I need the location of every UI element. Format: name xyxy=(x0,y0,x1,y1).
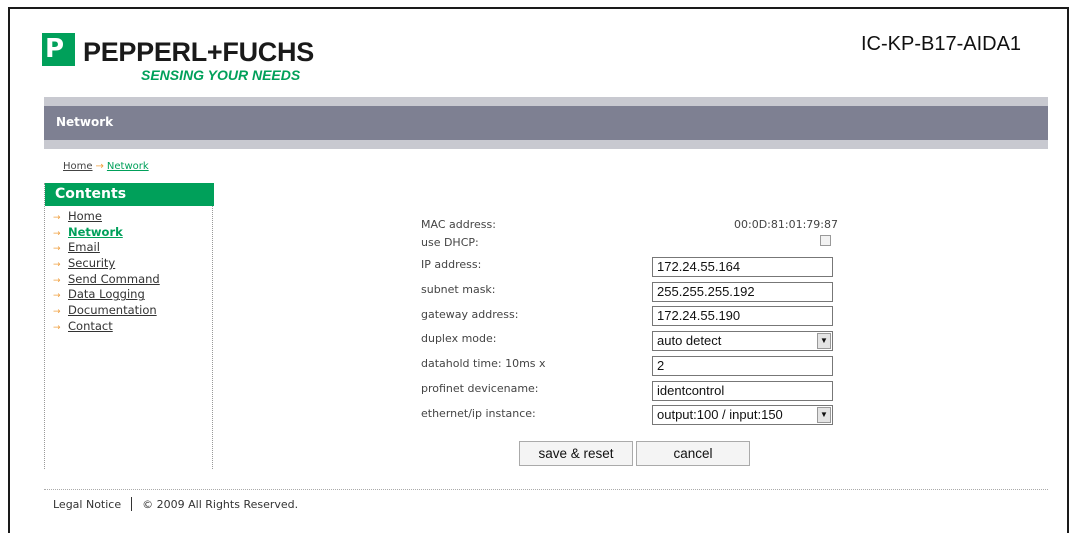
chevron-down-icon[interactable]: ▼ xyxy=(817,333,831,349)
brand-name: PEPPERL+FUCHS xyxy=(83,37,314,67)
sidebar-item-label[interactable]: Send Command xyxy=(68,272,160,286)
cancel-button[interactable]: cancel xyxy=(636,441,750,466)
sidebar-heading: Contents xyxy=(45,183,214,206)
logo-mark-icon: P xyxy=(42,33,75,66)
brand-tagline: SENSING YOUR NEEDS xyxy=(141,67,301,83)
sidebar-item-label[interactable]: Network xyxy=(68,225,123,239)
sidebar-item-email[interactable]: → Email xyxy=(53,240,160,256)
ip-address-input[interactable]: 172.24.55.164 xyxy=(652,257,833,277)
ip-address-label: IP address: xyxy=(421,258,482,271)
save-reset-button[interactable]: save & reset xyxy=(519,441,633,466)
duplex-mode-value: auto detect xyxy=(657,333,722,348)
title-bar-bottom-stripe xyxy=(44,140,1048,149)
gateway-address-input[interactable]: 172.24.55.190 xyxy=(652,306,833,326)
sidebar-item-data-logging[interactable]: → Data Logging xyxy=(53,287,160,303)
datahold-time-input[interactable]: 2 xyxy=(652,356,833,376)
sidebar-item-label[interactable]: Documentation xyxy=(68,303,157,317)
mac-address-label: MAC address: xyxy=(421,218,496,231)
use-dhcp-label: use DHCP: xyxy=(421,236,479,249)
device-name: IC-KP-B17-AIDA1 xyxy=(861,33,1022,55)
footer-separator xyxy=(131,497,133,511)
sidebar-item-label[interactable]: Data Logging xyxy=(68,287,145,301)
title-bar-top-stripe xyxy=(44,97,1048,106)
use-dhcp-checkbox[interactable] xyxy=(820,235,831,246)
sidebar-item-label[interactable]: Security xyxy=(68,256,115,270)
footer-divider xyxy=(44,489,1048,490)
datahold-time-label: datahold time: 10ms x xyxy=(421,357,546,370)
copyright-text: © 2009 All Rights Reserved. xyxy=(142,498,299,511)
sidebar-item-contact[interactable]: → Contact xyxy=(53,319,160,335)
subnet-mask-label: subnet mask: xyxy=(421,283,496,296)
sidebar-item-label[interactable]: Contact xyxy=(68,319,113,333)
sidebar-item-home[interactable]: → Home xyxy=(53,209,160,225)
footer: Legal Notice © 2009 All Rights Reserved. xyxy=(53,497,298,511)
breadcrumb: Home → Network xyxy=(63,161,149,172)
ethernet-ip-instance-label: ethernet/ip instance: xyxy=(421,407,536,420)
legal-notice-link[interactable]: Legal Notice xyxy=(53,498,121,511)
breadcrumb-home-link[interactable]: Home xyxy=(63,161,93,172)
subnet-mask-input[interactable]: 255.255.255.192 xyxy=(652,282,833,302)
ethernet-ip-instance-select[interactable]: output:100 / input:150 ▼ xyxy=(652,405,833,425)
sidebar-item-network[interactable]: → Network xyxy=(53,225,160,241)
mac-address-value: 00:0D:81:01:79:87 xyxy=(734,218,838,231)
gateway-address-label: gateway address: xyxy=(421,308,519,321)
breadcrumb-arrow-icon: → xyxy=(95,161,104,172)
sidebar-item-label[interactable]: Home xyxy=(68,209,102,223)
sidebar-item-label[interactable]: Email xyxy=(68,240,100,254)
sidebar-item-documentation[interactable]: → Documentation xyxy=(53,303,160,319)
ethernet-ip-instance-value: output:100 / input:150 xyxy=(657,407,783,422)
title-bar: Network xyxy=(44,106,1048,140)
duplex-mode-label: duplex mode: xyxy=(421,332,497,345)
profinet-devicename-label: profinet devicename: xyxy=(421,382,539,395)
arrow-icon: → xyxy=(53,322,61,333)
chevron-down-icon[interactable]: ▼ xyxy=(817,407,831,423)
duplex-mode-select[interactable]: auto detect ▼ xyxy=(652,331,833,351)
sidebar-nav: → Home → Network → Email → Security → Send Co… xyxy=(53,209,160,335)
page-title: Network xyxy=(56,115,114,129)
sidebar: Contents → Home → Network → Email → Security… xyxy=(44,183,214,469)
sidebar-item-security[interactable]: → Security xyxy=(53,256,160,272)
sidebar-item-send-command[interactable]: → Send Command xyxy=(53,272,160,288)
breadcrumb-network-link[interactable]: Network xyxy=(107,161,149,172)
profinet-devicename-input[interactable]: identcontrol xyxy=(652,381,833,401)
